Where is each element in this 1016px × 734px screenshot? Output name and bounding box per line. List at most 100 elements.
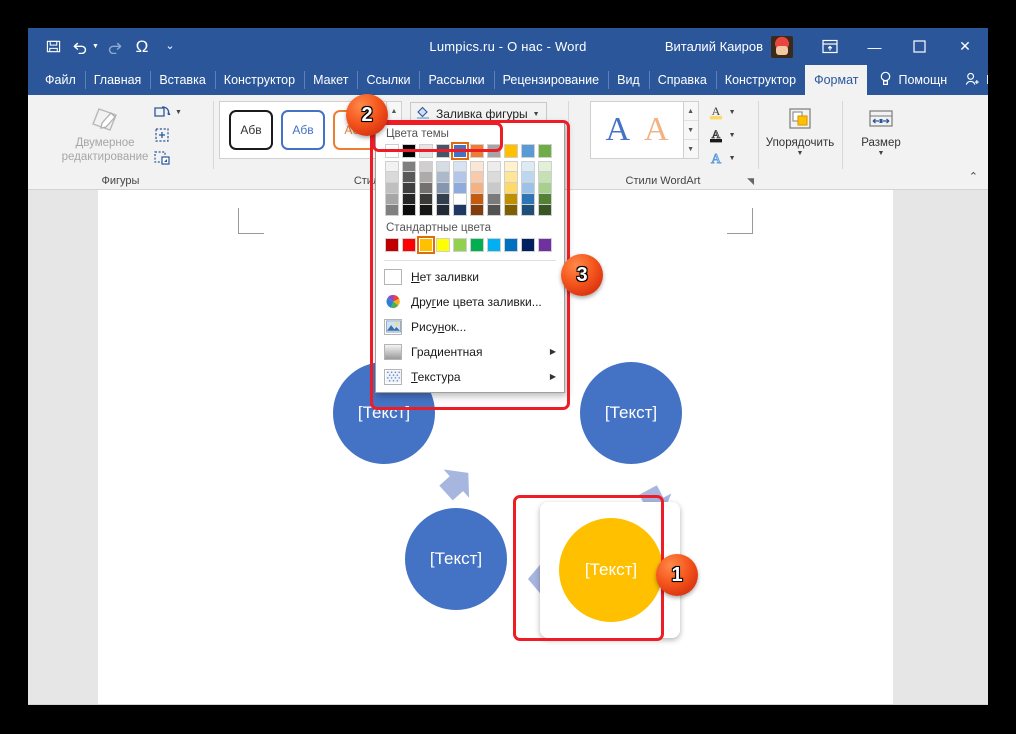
standard-color-swatch-3[interactable] [436, 238, 450, 252]
wordart-scroll-down-icon[interactable]: ▼ [684, 120, 698, 139]
theme-variant-swatch-1-3[interactable] [402, 194, 416, 205]
text-outline-dropdown-icon[interactable]: ▼ [729, 132, 736, 139]
standard-color-swatch-0[interactable] [385, 238, 399, 252]
theme-variant-swatch-6-1[interactable] [487, 172, 501, 183]
tab-help[interactable]: Справка [649, 65, 716, 95]
theme-variant-swatch-5-1[interactable] [470, 172, 484, 183]
tab-layout[interactable]: Макет [304, 65, 357, 95]
theme-variant-swatch-1-1[interactable] [402, 172, 416, 183]
theme-variant-swatch-7-3[interactable] [504, 194, 518, 205]
merge-shapes-row[interactable] [151, 125, 182, 145]
theme-variant-row-0[interactable] [385, 161, 555, 172]
theme-variant-swatch-8-1[interactable] [521, 172, 535, 183]
theme-variant-swatch-5-0[interactable] [470, 161, 484, 172]
tell-me-box[interactable]: Помощн [867, 65, 947, 95]
collapse-ribbon-button[interactable]: ⌃ [969, 170, 978, 183]
text-effects-dropdown-icon[interactable]: ▼ [729, 155, 736, 162]
theme-colors-grid[interactable] [376, 144, 564, 220]
wordart-dialog-launcher[interactable]: ◥ [747, 176, 754, 187]
theme-variant-swatch-8-2[interactable] [521, 183, 535, 194]
theme-variant-swatch-4-2[interactable] [453, 183, 467, 194]
theme-variant-swatch-5-2[interactable] [470, 183, 484, 194]
tab-view[interactable]: Вид [608, 65, 649, 95]
theme-variant-swatch-9-1[interactable] [538, 172, 552, 183]
theme-variant-swatch-0-3[interactable] [385, 194, 399, 205]
text-fill-dropdown-icon[interactable]: ▼ [729, 109, 736, 116]
tab-references[interactable]: Ссылки [357, 65, 419, 95]
theme-variant-row-1[interactable] [385, 172, 555, 183]
theme-variant-swatch-6-2[interactable] [487, 183, 501, 194]
menu-item-picture[interactable]: Рисунок... [376, 314, 564, 339]
smartart-node-4[interactable]: [Текст] [559, 518, 663, 622]
theme-variant-swatch-3-0[interactable] [436, 161, 450, 172]
theme-variant-swatch-4-3[interactable] [453, 194, 467, 205]
theme-variant-swatch-9-2[interactable] [538, 183, 552, 194]
theme-variant-swatch-7-1[interactable] [504, 172, 518, 183]
theme-variant-swatch-8-4[interactable] [521, 205, 535, 216]
theme-color-swatch-3[interactable] [436, 144, 450, 158]
theme-variant-swatch-0-1[interactable] [385, 172, 399, 183]
theme-variant-swatch-9-0[interactable] [538, 161, 552, 172]
theme-variant-swatch-5-3[interactable] [470, 194, 484, 205]
undo-dropdown-icon[interactable]: ▼ [92, 43, 99, 50]
text-outline-row[interactable]: A ▼ [705, 125, 736, 145]
theme-variant-swatch-8-3[interactable] [521, 194, 535, 205]
theme-variant-swatch-1-4[interactable] [402, 205, 416, 216]
texture-submenu-arrow-icon[interactable]: ▶ [550, 372, 556, 381]
standard-color-swatch-7[interactable] [504, 238, 518, 252]
standard-color-swatch-6[interactable] [487, 238, 501, 252]
theme-variant-row-3[interactable] [385, 194, 555, 205]
theme-variant-swatch-0-2[interactable] [385, 183, 399, 194]
theme-color-swatch-0[interactable] [385, 144, 399, 158]
share-button[interactable]: Поделиться [947, 65, 988, 95]
theme-color-swatch-6[interactable] [487, 144, 501, 158]
theme-color-swatch-2[interactable] [419, 144, 433, 158]
standard-color-swatch-9[interactable] [538, 238, 552, 252]
undo-icon[interactable] [68, 34, 94, 60]
wordart-gallery-scroll[interactable]: ▲ ▼ ▼ [684, 101, 699, 159]
standard-color-swatch-8[interactable] [521, 238, 535, 252]
edit-points-row[interactable] [151, 148, 182, 168]
theme-variant-swatch-7-4[interactable] [504, 205, 518, 216]
theme-variant-swatch-2-3[interactable] [419, 194, 433, 205]
size-dropdown-icon[interactable]: ▼ [878, 150, 885, 159]
theme-colors-base-row[interactable] [385, 144, 555, 158]
theme-variant-swatch-1-2[interactable] [402, 183, 416, 194]
tab-format[interactable]: Формат [805, 65, 867, 95]
theme-variant-swatch-2-0[interactable] [419, 161, 433, 172]
smartart-node-3[interactable]: [Текст] [405, 508, 507, 610]
standard-color-swatch-1[interactable] [402, 238, 416, 252]
shape-fill-dropdown-menu[interactable]: Цвета темы Стандартные цвета Нет заливки… [375, 121, 565, 393]
close-button[interactable]: ✕ [942, 28, 988, 65]
edit-in-2d-button[interactable]: Двумерное редактирование [59, 98, 151, 165]
theme-variant-swatch-3-4[interactable] [436, 205, 450, 216]
theme-variant-swatch-0-4[interactable] [385, 205, 399, 216]
gallery-scroll-up-icon[interactable]: ▲ [387, 102, 401, 120]
gradient-submenu-arrow-icon[interactable]: ▶ [550, 347, 556, 356]
change-shape-row[interactable]: ▼ [151, 102, 182, 122]
theme-color-swatch-4[interactable] [453, 144, 467, 158]
theme-variant-swatch-9-4[interactable] [538, 205, 552, 216]
theme-variant-swatch-6-3[interactable] [487, 194, 501, 205]
tab-home[interactable]: Главная [85, 65, 151, 95]
theme-color-swatch-8[interactable] [521, 144, 535, 158]
wordart-gallery[interactable]: A A [590, 101, 683, 159]
standard-color-swatch-5[interactable] [470, 238, 484, 252]
tab-smartart-design[interactable]: Конструктор [716, 65, 805, 95]
theme-variant-row-4[interactable] [385, 205, 555, 216]
theme-variant-swatch-1-0[interactable] [402, 161, 416, 172]
theme-variant-swatch-5-4[interactable] [470, 205, 484, 216]
theme-variant-swatch-3-3[interactable] [436, 194, 450, 205]
theme-color-swatch-1[interactable] [402, 144, 416, 158]
theme-variant-swatch-4-0[interactable] [453, 161, 467, 172]
theme-variant-swatch-2-1[interactable] [419, 172, 433, 183]
smartart-node-2[interactable]: [Текст] [580, 362, 682, 464]
text-fill-row[interactable]: A ▼ [705, 102, 736, 122]
theme-variant-swatch-7-2[interactable] [504, 183, 518, 194]
theme-variant-swatch-9-3[interactable] [538, 194, 552, 205]
wordart-style-2[interactable]: A [644, 113, 669, 147]
theme-variant-swatch-7-0[interactable] [504, 161, 518, 172]
menu-item-more-fill-colors[interactable]: Другие цвета заливки... [376, 289, 564, 314]
standard-color-swatch-4[interactable] [453, 238, 467, 252]
theme-color-swatch-7[interactable] [504, 144, 518, 158]
